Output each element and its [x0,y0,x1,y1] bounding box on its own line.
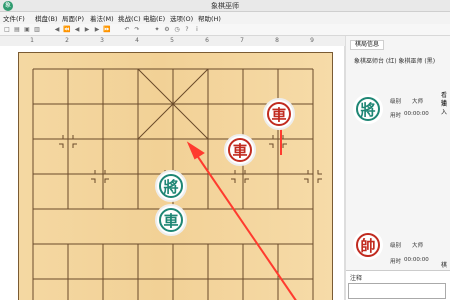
right-panel: 棋局信息 象棋巫师台 (红) 象棋巫师 (黑) 將 级别 大师 用时 00:00… [345,36,450,300]
menu-position[interactable]: 局面(P) [62,13,84,23]
level-label-top: 级别 [390,99,402,105]
players-line: 象棋巫师台 (红) 象棋巫师 (黑) [354,58,436,65]
undo-icon[interactable]: ↶ [123,26,131,34]
column-number: 5 [170,37,174,44]
new-icon[interactable]: □ [3,26,11,34]
settings-icon[interactable]: ⚙ [163,26,171,34]
time-label-bottom: 用时 [390,259,402,265]
menu-bar: 文件(F) 棋盘(B) 局面(P) 着法(M) 挑战(C) 电脑(E) 选项(O… [0,12,450,24]
menu-help[interactable]: 帮助(H) [198,13,221,23]
menu-challenge[interactable]: 挑战(C) [118,13,141,23]
piece-label: 車 [159,208,183,232]
column-number: 1 [30,37,34,44]
arrow-left-icon[interactable]: ◀ [53,26,61,34]
print-icon[interactable]: ▥ [33,26,41,34]
menu-file[interactable]: 文件(F) [3,13,25,23]
left-icon[interactable]: ◀ [73,26,81,34]
save-icon[interactable]: ▣ [23,26,31,34]
note-label: 注释 [350,275,363,282]
level-value-top: 大师 [412,99,424,105]
play-icon[interactable]: ▶ [83,26,91,34]
column-number: 4 [135,37,139,44]
column-number: 7 [240,37,244,44]
tab-game-info[interactable]: 棋局信息 [350,40,384,50]
column-number: 2 [65,37,69,44]
help-icon[interactable]: ? [183,26,191,34]
menu-options[interactable]: 选项(O) [170,13,193,23]
right-icon[interactable]: ▶ [93,26,101,34]
time-value-top: 00:00:00 [404,111,429,117]
piece-label: 將 [159,174,183,198]
menu-board[interactable]: 棋盘(B) [35,13,58,23]
level-value-bottom: 大师 [412,243,424,249]
column-number: 3 [100,37,104,44]
marshal-label: 帥 [356,233,380,257]
toolbar: □ ▤ ▣ ▥ ◀ ⏪ ◀ ▶ ▶ ⏩ ↶ ↷ ✦ ⚙ ◷ ? i [0,24,450,36]
board-area: 車 車 將 車 [0,46,345,300]
clock-icon[interactable]: ◷ [173,26,181,34]
redo-icon[interactable]: ↷ [133,26,141,34]
time-value-bottom: 00:00:00 [404,257,429,263]
piece-label: 車 [267,102,291,126]
menu-computer[interactable]: 电脑(E) [143,13,165,23]
green-general-piece[interactable]: 將 [155,170,187,202]
window-title: 象棋巫师 [211,2,239,10]
middle-red-chariot-piece[interactable]: 車 [224,134,256,166]
level-label-bottom: 级别 [390,243,402,249]
general-label: 將 [356,97,380,121]
note-area: 注释 [346,270,450,300]
info-icon[interactable]: i [193,26,201,34]
column-number: 8 [275,37,279,44]
green-chariot-piece[interactable]: 車 [155,204,187,236]
column-number: 6 [205,37,209,44]
side-label-top-2: 输入 [441,100,448,116]
menu-moves[interactable]: 着法(M) [90,13,114,23]
green-general-icon: 將 [353,94,383,124]
piece-label: 車 [228,138,252,162]
hint-icon[interactable]: ✦ [153,26,161,34]
time-label-top: 用时 [390,113,402,119]
title-bar: 象 象棋巫师 [0,0,450,12]
double-right-icon[interactable]: ⏩ [103,26,111,34]
open-icon[interactable]: ▤ [13,26,21,34]
red-marshal-icon: 帥 [353,230,383,260]
top-red-chariot-piece[interactable]: 車 [263,98,295,130]
note-input[interactable] [348,283,446,299]
double-left-icon[interactable]: ⏪ [63,26,71,34]
column-number: 9 [310,37,314,44]
column-numbers: 1 2 3 4 5 6 7 8 9 [0,36,345,46]
